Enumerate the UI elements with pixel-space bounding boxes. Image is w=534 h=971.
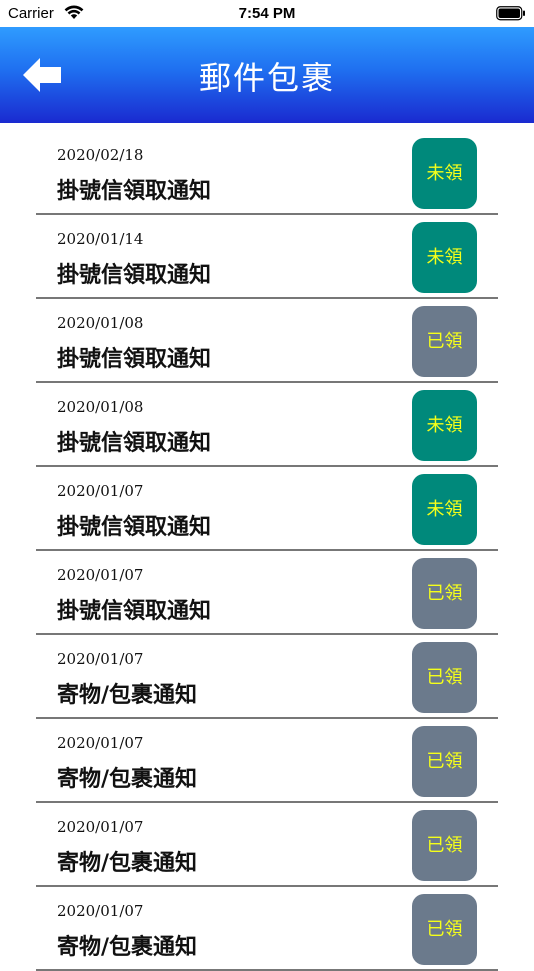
claimed-status-badge[interactable]: 已領 xyxy=(412,810,477,881)
claimed-status-badge[interactable]: 已領 xyxy=(412,306,477,377)
item-title: 掛號信領取通知 xyxy=(57,263,212,288)
list-item[interactable]: 2020/01/14 掛號信領取通知 未領 xyxy=(0,214,534,299)
unclaimed-status-badge[interactable]: 未領 xyxy=(412,138,477,209)
list-item[interactable]: 2020/01/07 掛號信領取通知 未領 xyxy=(0,466,534,551)
item-date: 2020/01/07 xyxy=(57,818,144,836)
page-title: 郵件包裹 xyxy=(198,59,335,97)
nav-bar: 郵件包裹 xyxy=(0,27,534,123)
item-date: 2020/01/07 xyxy=(57,650,144,668)
item-date: 2020/01/07 xyxy=(57,566,144,584)
item-title: 掛號信領取通知 xyxy=(57,347,212,372)
item-title: 寄物/包裹通知 xyxy=(57,683,198,708)
list-item[interactable]: 2020/01/08 掛號信領取通知 未領 xyxy=(0,382,534,467)
status-bar: Carrier 7:54 PM xyxy=(0,0,534,27)
unclaimed-status-badge[interactable]: 未領 xyxy=(412,222,477,293)
item-date: 2020/01/07 xyxy=(57,482,144,500)
claimed-status-badge[interactable]: 已領 xyxy=(412,894,477,965)
list-item[interactable]: 2020/01/07 掛號信領取通知 已領 xyxy=(0,550,534,635)
clock: 7:54 PM xyxy=(238,5,296,22)
list-item[interactable]: 2020/01/08 掛號信領取通知 已領 xyxy=(0,298,534,383)
item-title: 寄物/包裹通知 xyxy=(57,851,198,876)
item-title: 掛號信領取通知 xyxy=(57,599,212,624)
claimed-status-badge[interactable]: 已領 xyxy=(412,726,477,797)
item-title: 掛號信領取通知 xyxy=(57,515,212,540)
item-date: 2020/02/18 xyxy=(57,146,144,164)
list-item[interactable]: 2020/02/18 掛號信領取通知 未領 xyxy=(0,130,534,215)
claimed-status-badge[interactable]: 已領 xyxy=(412,642,477,713)
unclaimed-status-badge[interactable]: 未領 xyxy=(412,390,477,461)
claimed-status-badge[interactable]: 已領 xyxy=(412,558,477,629)
item-title: 掛號信領取通知 xyxy=(57,431,212,456)
item-date: 2020/01/07 xyxy=(57,902,144,920)
list-item[interactable]: 2020/01/07 寄物/包裹通知 已領 xyxy=(0,634,534,719)
mail-list: 2020/02/18 掛號信領取通知 未領 2020/01/14 掛號信領取通知 未領 20… xyxy=(0,130,534,971)
item-date: 2020/01/07 xyxy=(57,734,144,752)
list-item[interactable]: 2020/01/07 寄物/包裹通知 已領 xyxy=(0,718,534,803)
list-item[interactable]: 2020/01/07 寄物/包裹通知 已領 xyxy=(0,886,534,971)
item-title: 寄物/包裹通知 xyxy=(57,767,198,792)
battery-icon xyxy=(496,6,526,25)
item-date: 2020/01/08 xyxy=(57,398,144,416)
unclaimed-status-badge[interactable]: 未領 xyxy=(412,474,477,545)
list-item[interactable]: 2020/01/07 寄物/包裹通知 已領 xyxy=(0,802,534,887)
item-title: 寄物/包裹通知 xyxy=(57,935,198,960)
item-title: 掛號信領取通知 xyxy=(57,179,212,204)
item-date: 2020/01/14 xyxy=(57,230,144,248)
item-date: 2020/01/08 xyxy=(57,314,144,332)
